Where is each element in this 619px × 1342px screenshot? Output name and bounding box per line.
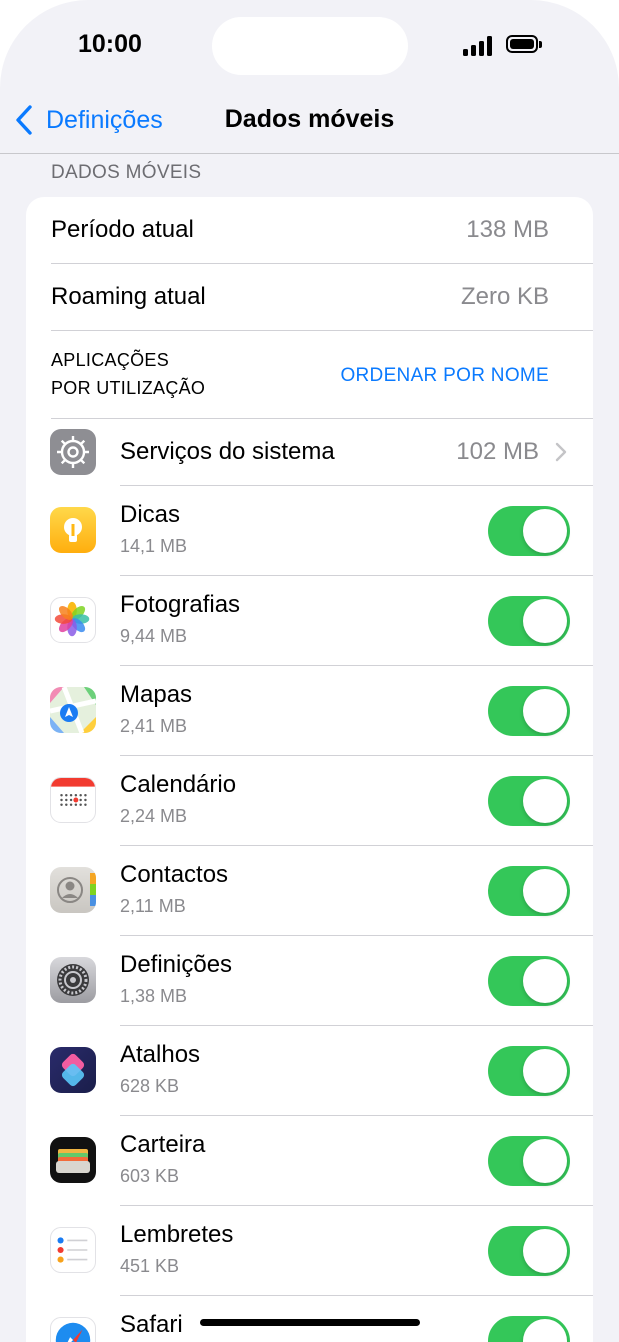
- app-name: Atalhos: [120, 1041, 201, 1068]
- photos-icon: [50, 597, 96, 643]
- settings-card: Período atual 138 MB Roaming atual Zero …: [26, 197, 593, 1342]
- app-size: 1,38 MB: [120, 986, 188, 1006]
- status-time: 10:00: [78, 30, 142, 58]
- app-name: Lembretes: [120, 1221, 234, 1248]
- page-title: Dados móveis: [224, 105, 395, 133]
- calendar-icon: [50, 777, 96, 823]
- app-name: Calendário: [120, 771, 237, 798]
- current-roaming-label: Roaming atual: [51, 283, 206, 310]
- apps-header-line1: APLICAÇÕES: [51, 350, 170, 370]
- cellular-toggle-carteira[interactable]: [488, 1136, 570, 1186]
- cellular-toggle-dicas[interactable]: [488, 506, 570, 556]
- section-header: DADOS MÓVEIS: [51, 162, 202, 183]
- sort-by-name-button[interactable]: ORDENAR POR NOME: [340, 365, 549, 387]
- app-row-carteira: Carteira 603 KB: [26, 1116, 593, 1206]
- phone-screen: 10:00 Definições Dados móveis DADOS MÓVE…: [0, 0, 619, 1342]
- app-row-lembretes: Lembretes 451 KB: [26, 1206, 593, 1296]
- cellular-toggle-definicoes[interactable]: [488, 956, 570, 1006]
- contacts-icon: [50, 867, 96, 913]
- cellular-toggle-contactos[interactable]: [488, 866, 570, 916]
- app-row-definicoes: Definições 1,38 MB: [26, 936, 593, 1026]
- app-size: 2,11 MB: [120, 896, 186, 916]
- app-size: 9,44 MB: [120, 626, 188, 646]
- app-name: Fotografias: [120, 591, 241, 618]
- cellular-toggle-atalhos[interactable]: [488, 1046, 570, 1096]
- app-name: Mapas: [120, 681, 193, 708]
- cellular-toggle-mapas[interactable]: [488, 686, 570, 736]
- system-services-row[interactable]: Serviços do sistema 102 MB: [26, 419, 593, 486]
- app-row-mapas: Mapas 2,41 MB: [26, 666, 593, 756]
- app-name: Dicas: [120, 501, 181, 528]
- battery-icon: [506, 35, 542, 55]
- app-name: Definições: [120, 951, 233, 978]
- app-row-dicas: Dicas 14,1 MB: [26, 486, 593, 576]
- app-size: 2,24 MB: [120, 806, 188, 826]
- system-services-label: Serviços do sistema: [120, 438, 335, 465]
- shortcuts-icon: [50, 1047, 96, 1093]
- cellular-toggle-calendario[interactable]: [488, 776, 570, 826]
- cellular-toggle-safari[interactable]: [488, 1316, 570, 1342]
- dynamic-island: [212, 17, 408, 75]
- current-period-value: 138 MB: [466, 216, 549, 243]
- app-size: 628 KB: [120, 1076, 180, 1096]
- home-indicator[interactable]: [200, 1319, 420, 1326]
- app-size: 451 KB: [120, 1256, 180, 1276]
- chevron-right-icon: [555, 442, 567, 462]
- cellular-signal-icon: [463, 36, 495, 56]
- cellular-toggle-fotografias[interactable]: [488, 596, 570, 646]
- app-row-calendario: Calendário 2,24 MB: [26, 756, 593, 846]
- apps-usage-header: APLICAÇÕES POR UTILIZAÇÃO ORDENAR POR NO…: [26, 331, 593, 419]
- app-row-contactos: Contactos 2,11 MB: [26, 846, 593, 936]
- app-size: 603 KB: [120, 1166, 180, 1186]
- apps-header-line2: POR UTILIZAÇÃO: [51, 378, 206, 398]
- cellular-toggle-lembretes[interactable]: [488, 1226, 570, 1276]
- app-name: Contactos: [120, 861, 229, 888]
- reminders-icon: [50, 1227, 96, 1273]
- app-size: 14,1 MB: [120, 536, 188, 556]
- navigation-bar: Definições Dados móveis: [0, 90, 619, 154]
- current-period-label: Período atual: [51, 216, 194, 243]
- settings-icon: [50, 957, 96, 1003]
- app-name: Safari: [120, 1311, 183, 1338]
- app-row-atalhos: Atalhos 628 KB: [26, 1026, 593, 1116]
- app-size: 2,41 MB: [120, 716, 188, 736]
- maps-icon: [50, 687, 96, 733]
- app-name: Carteira: [120, 1131, 206, 1158]
- system-services-icon: [50, 429, 96, 475]
- current-roaming-value: Zero KB: [460, 283, 549, 310]
- app-row-fotografias: Fotografias 9,44 MB: [26, 576, 593, 666]
- tips-icon: [50, 507, 96, 553]
- safari-icon: [50, 1317, 96, 1342]
- current-roaming-row: Roaming atual Zero KB: [26, 264, 593, 331]
- current-period-row: Período atual 138 MB: [26, 197, 593, 264]
- wallet-icon: [50, 1137, 96, 1183]
- system-services-value: 102 MB: [456, 438, 539, 465]
